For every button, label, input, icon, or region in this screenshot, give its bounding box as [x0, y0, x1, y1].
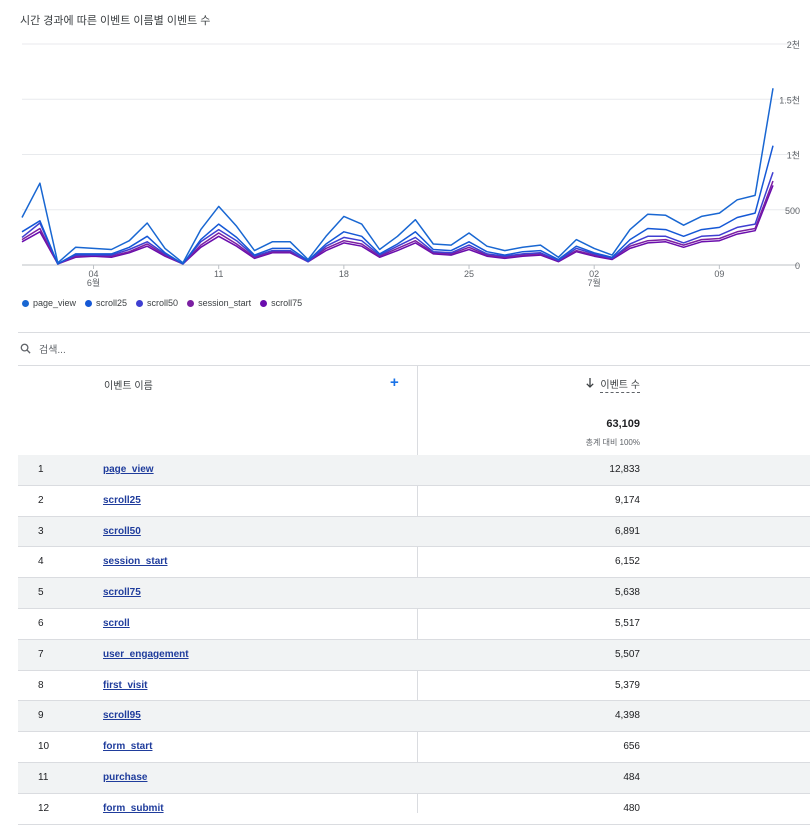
- table-row: 10 form_start 656: [18, 732, 810, 763]
- legend-dot-icon: [260, 299, 268, 307]
- x-tick-month-label: 7월: [588, 277, 601, 288]
- add-dimension-button[interactable]: +: [390, 375, 399, 390]
- table-row: 6 scroll 5,517: [18, 609, 810, 640]
- x-tick-label: 18: [339, 269, 349, 279]
- event-count-value: 656: [623, 741, 640, 753]
- row-index: 5: [38, 587, 44, 599]
- legend-label: scroll75: [271, 298, 303, 308]
- event-count-value: 4,398: [614, 710, 640, 722]
- legend-label: scroll50: [147, 298, 179, 308]
- row-index: 2: [38, 494, 44, 506]
- event-name-link[interactable]: form_submit: [103, 803, 164, 814]
- event-count-value: 12,833: [609, 464, 640, 475]
- column-header-label: 이벤트 수: [600, 376, 640, 393]
- line-chart: 05001천1.5천2천046월11 18 25 027월09: [21, 40, 800, 288]
- x-tick-label: 25: [464, 269, 474, 279]
- table-row: 11 purchase 484: [18, 762, 810, 794]
- event-name-link[interactable]: scroll: [103, 618, 130, 629]
- table-row: 12 form_submit 480: [18, 794, 810, 825]
- x-tick-month-label: 6월: [87, 277, 100, 288]
- event-count-value: 5,379: [614, 679, 640, 691]
- legend-item-page_view[interactable]: page_view: [22, 298, 76, 308]
- table-row: 3 scroll50 6,891: [18, 516, 810, 548]
- event-name-link[interactable]: scroll25: [103, 495, 141, 506]
- chart-legend: page_view scroll25 scroll50 session_start sc…: [22, 298, 302, 308]
- row-index: 3: [38, 525, 44, 537]
- sort-descending-icon: [586, 378, 595, 391]
- table-body: 1 page_view 12,833 2 scroll25 9,174 3 scroll50 6…: [18, 455, 810, 825]
- row-index: 7: [38, 648, 44, 660]
- y-tick-label: 0: [795, 261, 800, 271]
- search-bar[interactable]: 검색...: [20, 341, 66, 356]
- table-row: 5 scroll75 5,638: [18, 578, 810, 609]
- event-name-link[interactable]: first_visit: [103, 680, 147, 691]
- table-header: 이벤트 이름 + 이벤트 수 63,109 총계 대비 100%: [18, 365, 810, 457]
- event-count-value: 5,517: [614, 617, 640, 629]
- table-row: 4 session_start 6,152: [18, 547, 810, 579]
- legend-label: page_view: [33, 298, 77, 308]
- event-name-link[interactable]: form_start: [103, 741, 152, 752]
- row-index: 8: [38, 679, 44, 691]
- row-index: 10: [38, 741, 50, 753]
- x-tick-label: 09: [714, 269, 724, 279]
- event-count-value: 9,174: [614, 494, 640, 506]
- legend-dot-icon: [85, 299, 93, 307]
- x-tick-label: 11: [214, 269, 223, 279]
- event-count-value: 5,638: [614, 587, 640, 599]
- y-tick-label: 1천: [787, 151, 800, 161]
- legend-label: session_start: [198, 298, 252, 308]
- y-tick-label: 2천: [787, 40, 800, 50]
- event-name-link[interactable]: page_view: [103, 464, 154, 475]
- table-row: 1 page_view 12,833: [18, 455, 810, 486]
- row-index: 12: [38, 802, 50, 814]
- y-tick-label: 1.5천: [779, 95, 800, 105]
- y-tick-label: 500: [785, 206, 800, 216]
- event-count-value: 484: [623, 771, 640, 783]
- event-count-value: 480: [623, 802, 640, 814]
- event-name-link[interactable]: scroll75: [103, 587, 141, 598]
- row-index: 1: [38, 464, 44, 475]
- legend-item-session_start[interactable]: session_start: [187, 298, 251, 308]
- event-count-value: 6,152: [614, 556, 640, 568]
- row-index: 6: [38, 617, 44, 629]
- legend-dot-icon: [187, 299, 195, 307]
- row-index: 4: [38, 556, 44, 568]
- column-header-event-name[interactable]: 이벤트 이름: [104, 377, 153, 392]
- legend-dot-icon: [136, 299, 144, 307]
- row-index: 9: [38, 710, 44, 722]
- event-name-link[interactable]: scroll95: [103, 710, 141, 721]
- divider: [18, 332, 810, 333]
- legend-dot-icon: [22, 299, 29, 307]
- total-percent: 총계 대비 100%: [585, 438, 640, 447]
- table-row: 7 user_engagement 5,507: [18, 639, 810, 671]
- legend-item-scroll25[interactable]: scroll25: [85, 298, 127, 308]
- search-icon: [20, 343, 31, 354]
- total-value: 63,109: [606, 418, 640, 430]
- table-row: 2 scroll25 9,174: [18, 486, 810, 517]
- legend-item-scroll50[interactable]: scroll50: [136, 298, 178, 308]
- event-name-link[interactable]: purchase: [103, 772, 147, 783]
- event-count-value: 5,507: [614, 648, 640, 660]
- table-row: 8 first_visit 5,379: [18, 671, 810, 702]
- row-index: 11: [38, 771, 49, 783]
- event-name-link[interactable]: scroll50: [103, 526, 141, 537]
- legend-item-scroll75[interactable]: scroll75: [260, 298, 302, 308]
- event-name-link[interactable]: session_start: [103, 556, 167, 567]
- table-row: 9 scroll95 4,398: [18, 701, 810, 733]
- event-count-value: 6,891: [614, 525, 640, 537]
- column-header-event-count[interactable]: 이벤트 수: [586, 376, 640, 393]
- series-line-scroll75: [21, 185, 774, 265]
- event-name-link[interactable]: user_engagement: [103, 649, 189, 660]
- search-input[interactable]: 검색...: [39, 341, 66, 356]
- legend-label: scroll25: [96, 298, 128, 308]
